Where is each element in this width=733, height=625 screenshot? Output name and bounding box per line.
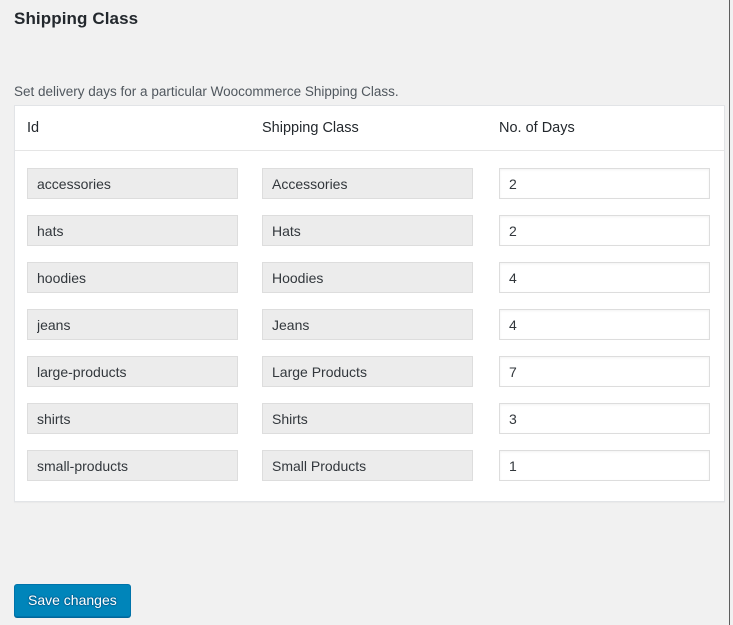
column-header-no-of-days: No. of Days [499,120,575,136]
cell-id [15,168,251,199]
days-input[interactable] [499,356,710,387]
table-body [15,151,724,501]
cell-days [488,356,724,387]
page-title: Shipping Class [14,9,139,28]
page-description: Set delivery days for a particular Wooco… [14,84,399,100]
cell-id [15,356,251,387]
window-right-edge [729,0,733,625]
table-header-row: Id Shipping Class No. of Days [15,106,724,151]
cell-shipping-class [251,403,488,434]
table-row [15,348,724,395]
shipping-class-field[interactable] [262,168,473,199]
table-row [15,160,724,207]
days-input[interactable] [499,450,710,481]
cell-shipping-class [251,262,488,293]
table-row [15,301,724,348]
cell-id [15,450,251,481]
cell-days [488,450,724,481]
id-field[interactable] [27,262,238,293]
save-changes-button[interactable]: Save changes [14,584,131,617]
id-field[interactable] [27,215,238,246]
cell-days [488,309,724,340]
column-header-id: Id [27,120,40,136]
shipping-class-field[interactable] [262,450,473,481]
days-input[interactable] [499,309,710,340]
cell-id [15,262,251,293]
shipping-class-field[interactable] [262,262,473,293]
id-field[interactable] [27,356,238,387]
cell-shipping-class [251,215,488,246]
shipping-class-field[interactable] [262,356,473,387]
cell-days [488,168,724,199]
table-row [15,254,724,301]
cell-id [15,309,251,340]
column-header-shipping-class: Shipping Class [262,120,359,136]
admin-page-wrap: Shipping Class Set delivery days for a p… [0,0,729,625]
table-row [15,442,724,489]
cell-shipping-class [251,356,488,387]
id-field[interactable] [27,168,238,199]
cell-days [488,215,724,246]
days-input[interactable] [499,168,710,199]
shipping-class-field[interactable] [262,215,473,246]
cell-id [15,403,251,434]
cell-shipping-class [251,168,488,199]
cell-shipping-class [251,450,488,481]
shipping-class-panel: Id Shipping Class No. of Days [14,105,725,502]
shipping-class-field[interactable] [262,403,473,434]
shipping-class-field[interactable] [262,309,473,340]
table-row [15,395,724,442]
table-row [15,207,724,254]
id-field[interactable] [27,403,238,434]
days-input[interactable] [499,262,710,293]
id-field[interactable] [27,309,238,340]
cell-days [488,262,724,293]
cell-days [488,403,724,434]
cell-shipping-class [251,309,488,340]
days-input[interactable] [499,403,710,434]
id-field[interactable] [27,450,238,481]
cell-id [15,215,251,246]
days-input[interactable] [499,215,710,246]
